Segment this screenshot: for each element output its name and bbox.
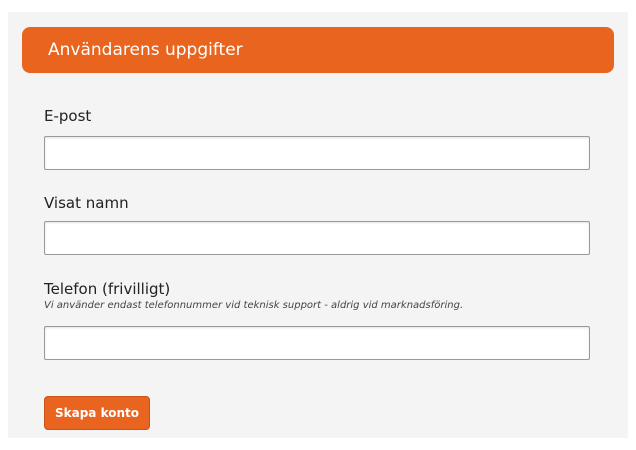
create-account-button[interactable]: Skapa konto — [44, 396, 151, 430]
phone-field[interactable] — [44, 326, 590, 360]
section-header: Användarens uppgifter — [22, 27, 614, 73]
display-name-label: Visat namn — [44, 194, 129, 212]
phone-hint: Vi använder endast telefonnummer vid tek… — [44, 300, 464, 311]
email-label: E-post — [44, 107, 92, 125]
phone-label: Telefon (frivilligt) — [44, 280, 171, 298]
email-field[interactable] — [44, 136, 590, 170]
display-name-field[interactable] — [44, 221, 590, 255]
